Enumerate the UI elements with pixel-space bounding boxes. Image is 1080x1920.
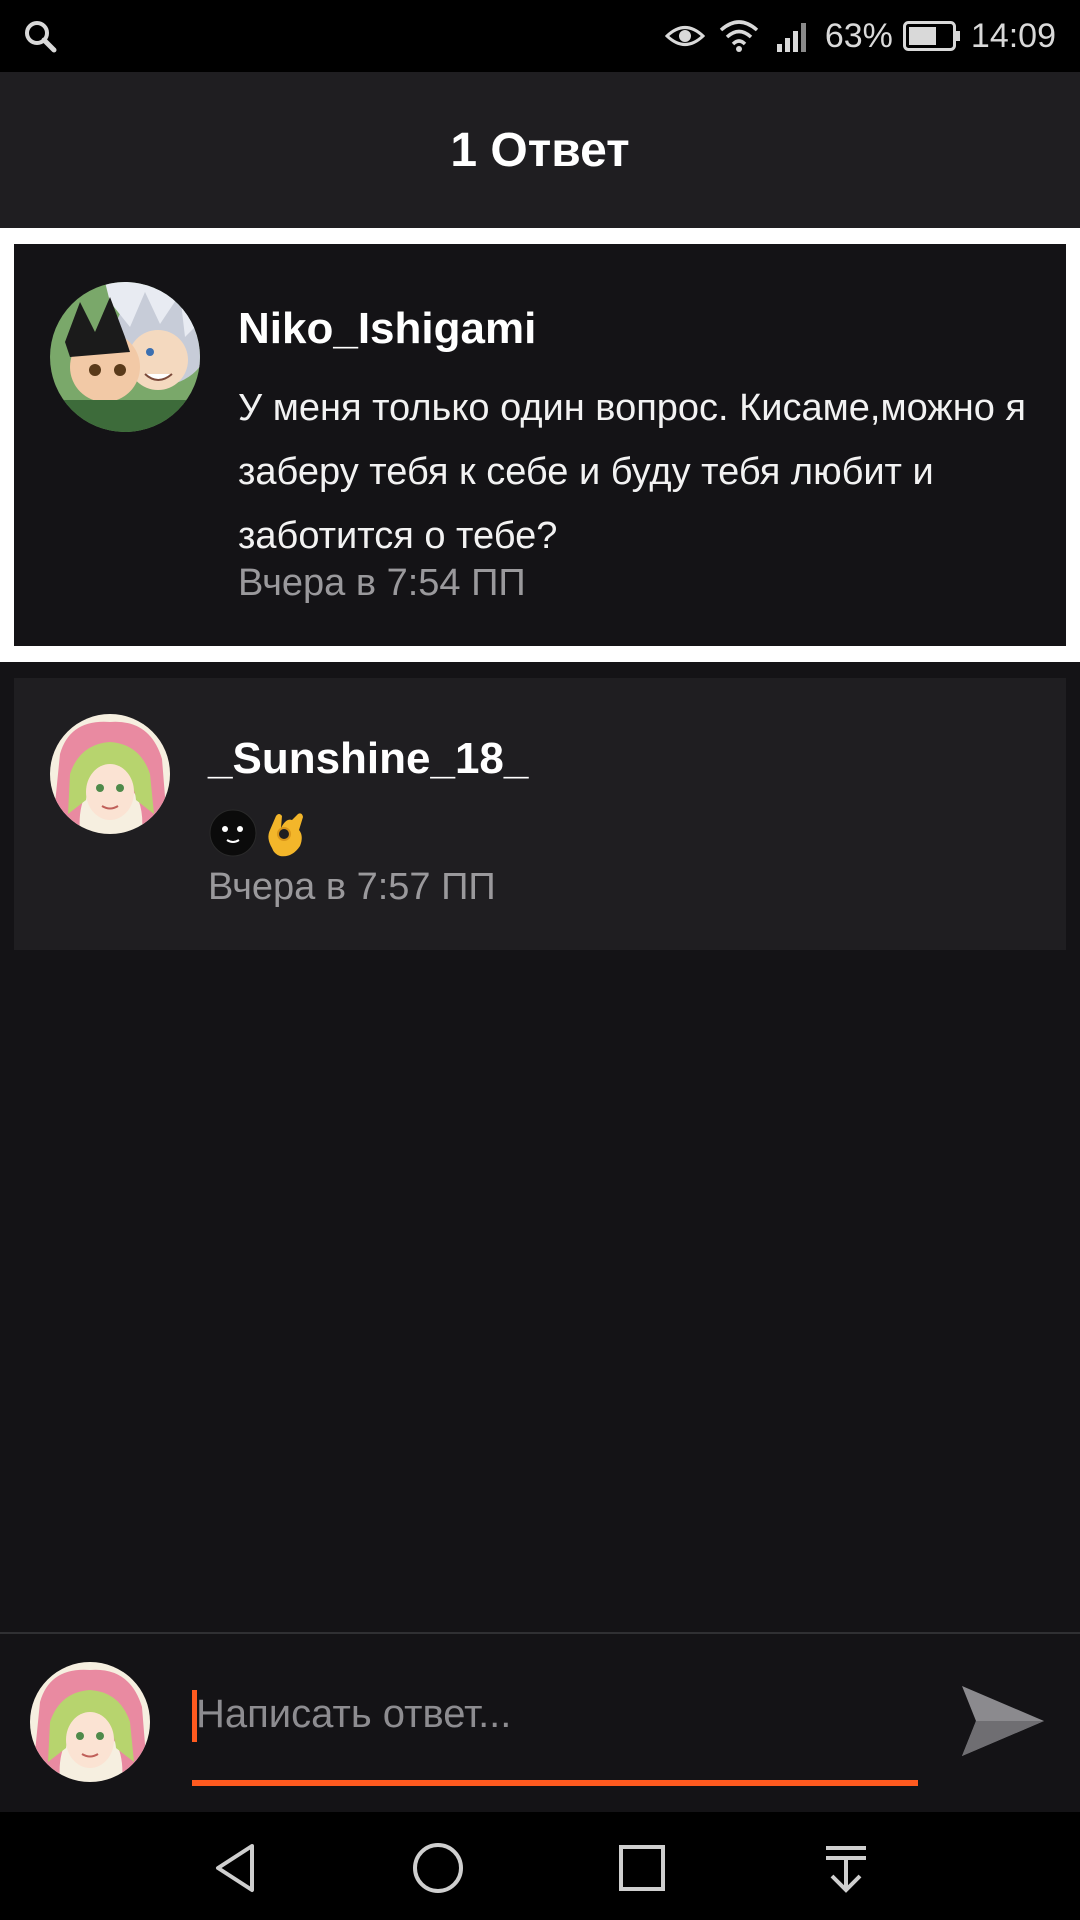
battery-percent: 63% — [824, 16, 893, 55]
smiling-face-emoji — [209, 809, 257, 857]
input-underline — [192, 1780, 918, 1786]
divider — [0, 228, 1080, 236]
header: 1 Ответ — [0, 72, 1080, 228]
comment-timestamp: Вчера в 7:54 ПП — [238, 562, 526, 604]
reply-content — [208, 808, 308, 858]
parent-comment-frame: Niko_Ishigami У меня только один вопрос.… — [0, 236, 1080, 662]
recents-icon[interactable] — [612, 1838, 672, 1898]
status-bar: 63% 14:09 — [0, 0, 1080, 72]
signal-icon — [771, 16, 815, 56]
reply-timestamp: Вчера в 7:57 ПП — [208, 866, 496, 908]
battery-icon — [902, 21, 961, 51]
text-cursor — [192, 1690, 197, 1742]
notifications-pull-icon[interactable] — [816, 1838, 876, 1898]
avatar[interactable] — [50, 714, 170, 834]
back-icon[interactable] — [206, 1838, 266, 1898]
reply-input[interactable] — [192, 1678, 922, 1750]
clock: 14:09 — [970, 16, 1056, 55]
eye-icon — [663, 16, 707, 56]
navigation-bar — [0, 1812, 1080, 1920]
ok-hand-emoji — [268, 813, 303, 857]
reply-composer — [0, 1632, 1080, 1814]
reply-item[interactable]: _Sunshine_18_ Вчера в 7:57 ПП — [14, 678, 1066, 950]
page-title: 1 Ответ — [450, 123, 630, 177]
home-icon[interactable] — [408, 1838, 468, 1898]
comment-author[interactable]: Niko_Ishigami — [238, 304, 536, 354]
send-icon[interactable] — [958, 1676, 1048, 1766]
search-icon[interactable] — [22, 18, 58, 54]
reply-author[interactable]: _Sunshine_18_ — [208, 734, 528, 784]
parent-comment[interactable]: Niko_Ishigami У меня только один вопрос.… — [14, 244, 1066, 646]
comment-text: У меня только один вопрос. Кисаме,можно … — [238, 387, 1026, 557]
avatar — [30, 1662, 150, 1782]
wifi-icon — [717, 16, 761, 56]
avatar[interactable] — [50, 282, 200, 432]
